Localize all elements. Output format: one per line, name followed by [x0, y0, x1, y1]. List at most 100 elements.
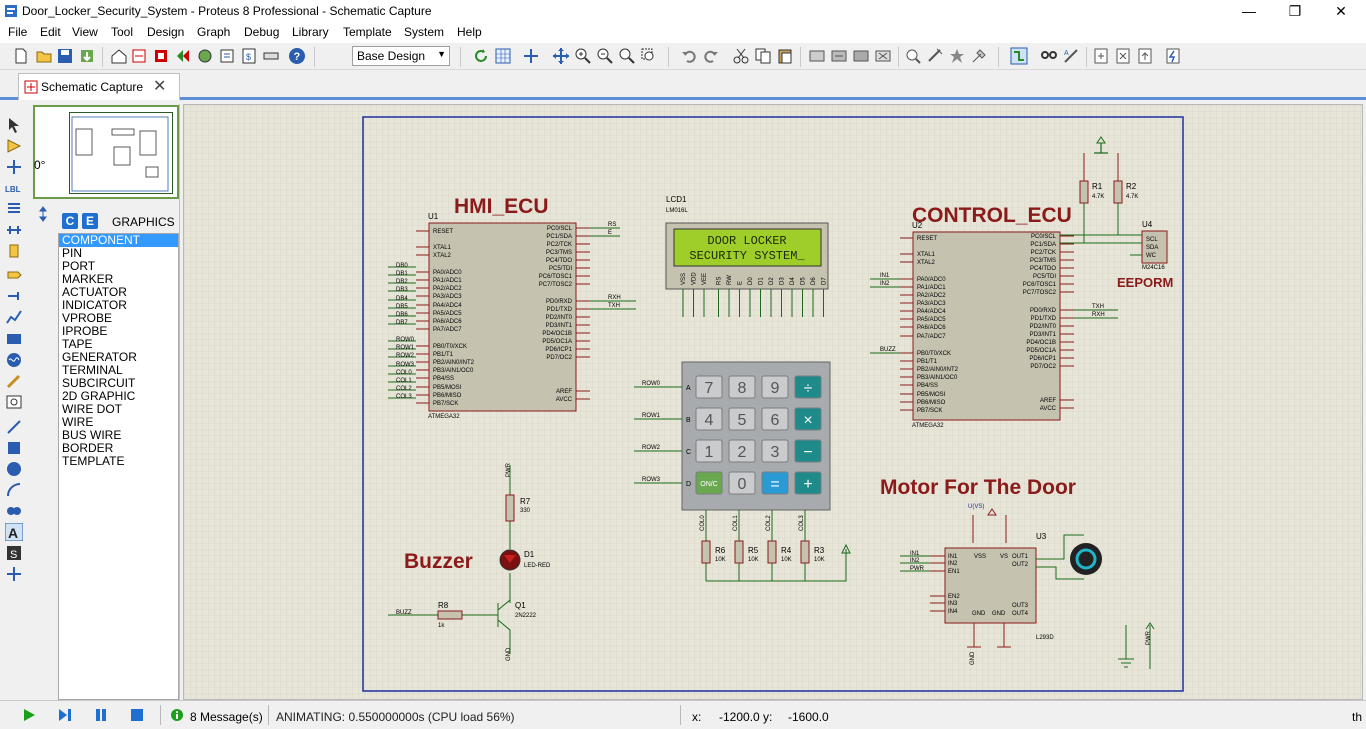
r1-body[interactable]	[1079, 180, 1089, 204]
mirror-vertical-icon[interactable]	[34, 205, 52, 223]
copy-icon[interactable]	[754, 47, 772, 65]
redo-icon[interactable]	[702, 47, 720, 65]
pan-icon[interactable]	[552, 47, 570, 65]
open-folder-icon[interactable]	[35, 47, 53, 65]
restore-button[interactable]: ❐	[1272, 0, 1318, 23]
device-pin-icon[interactable]	[5, 287, 23, 305]
source-code-icon[interactable]	[218, 47, 236, 65]
schematic-icon[interactable]	[130, 47, 148, 65]
import-icon[interactable]	[78, 47, 96, 65]
pcb-layout-icon[interactable]	[152, 47, 170, 65]
minimize-button[interactable]: —	[1226, 0, 1272, 23]
components-tab[interactable]: C	[62, 213, 78, 229]
property-assignment-icon[interactable]: A	[1062, 47, 1080, 65]
component-mode-icon[interactable]	[5, 137, 23, 155]
terminals-tab[interactable]: E	[82, 213, 98, 229]
pick-parts-icon[interactable]	[904, 47, 922, 65]
close-window-button[interactable]: ✕	[1318, 0, 1364, 23]
packaging-tool-icon[interactable]	[948, 47, 966, 65]
remove-sheet-icon[interactable]	[1114, 47, 1132, 65]
wire-autorouter-icon[interactable]	[1010, 47, 1028, 65]
tape-recorder-icon[interactable]	[5, 330, 23, 348]
pullup-resistor[interactable]	[800, 540, 810, 564]
menu-edit[interactable]: Edit	[40, 25, 61, 39]
3d-viewer-icon[interactable]	[196, 47, 214, 65]
junction-dot-icon[interactable]	[5, 158, 23, 176]
menu-tool[interactable]: Tool	[111, 25, 133, 39]
menu-design[interactable]: Design	[147, 25, 184, 39]
pullup-resistor[interactable]	[701, 540, 711, 564]
zoom-all-icon[interactable]	[618, 47, 636, 65]
make-device-icon[interactable]	[926, 47, 944, 65]
arc-icon[interactable]	[5, 481, 23, 499]
graphics-mode-list[interactable]: COMPONENT PIN PORT MARKER ACTUATOR INDICATOR V…	[58, 233, 179, 700]
block-delete-icon[interactable]	[874, 47, 892, 65]
gerber-icon[interactable]	[174, 47, 192, 65]
zoom-area-icon[interactable]	[640, 47, 658, 65]
block-rotate-icon[interactable]	[852, 47, 870, 65]
wire-label-icon[interactable]: LBL	[5, 179, 23, 197]
step-icon[interactable]	[58, 708, 72, 722]
symbol-icon[interactable]: S	[5, 544, 23, 562]
menu-system[interactable]: System	[404, 25, 444, 39]
generator-icon[interactable]	[5, 351, 23, 369]
design-variant-select[interactable]: Base Design ▼	[352, 46, 450, 66]
origin-icon[interactable]	[522, 47, 540, 65]
save-icon[interactable]	[56, 47, 74, 65]
stop-icon[interactable]	[130, 708, 144, 722]
cut-icon[interactable]	[732, 47, 750, 65]
bus-icon[interactable]	[5, 221, 23, 239]
pullup-resistor[interactable]	[734, 540, 744, 564]
menu-graph[interactable]: Graph	[197, 25, 230, 39]
terminal-icon[interactable]	[5, 266, 23, 284]
exit-to-parent-icon[interactable]	[1136, 47, 1154, 65]
refresh-icon[interactable]	[472, 47, 490, 65]
text-icon[interactable]: A	[5, 523, 23, 541]
text-script-icon[interactable]	[5, 200, 23, 218]
undo-icon[interactable]	[680, 47, 698, 65]
home-icon[interactable]	[110, 47, 128, 65]
menu-template[interactable]: Template	[343, 25, 392, 39]
new-sheet-icon[interactable]	[1092, 47, 1110, 65]
design-explorer-icon[interactable]	[262, 47, 280, 65]
new-file-icon[interactable]	[12, 47, 30, 65]
mode-item-template[interactable]: TEMPLATE	[59, 455, 178, 468]
selection-mode-icon[interactable]	[5, 116, 23, 134]
path-icon[interactable]	[5, 502, 23, 520]
paste-icon[interactable]	[776, 47, 794, 65]
voltage-probe-icon[interactable]	[5, 372, 23, 390]
electrical-rules-check-icon[interactable]	[1164, 47, 1182, 65]
grid-toggle-icon[interactable]	[494, 47, 512, 65]
menu-help[interactable]: Help	[457, 25, 482, 39]
menu-view[interactable]: View	[72, 25, 98, 39]
box-icon[interactable]	[5, 439, 23, 457]
menu-file[interactable]: File	[8, 25, 27, 39]
r8-body[interactable]	[437, 610, 463, 620]
block-move-icon[interactable]	[830, 47, 848, 65]
r7-body[interactable]	[505, 494, 515, 522]
bom-icon[interactable]: $	[240, 47, 258, 65]
schematic-editor-canvas[interactable]: HMI_ECU U1 ATMEGA32 RESET XTAL1 XTAL2 PA0/A…	[183, 104, 1363, 700]
close-tab-icon[interactable]: ✕	[153, 76, 166, 96]
virtual-instrument-icon[interactable]	[5, 393, 23, 411]
menu-library[interactable]: Library	[292, 25, 329, 39]
marker-icon[interactable]	[5, 565, 23, 583]
subcircuit-icon[interactable]	[5, 242, 23, 260]
dc-motor[interactable]	[1070, 543, 1102, 575]
decompose-icon[interactable]	[970, 47, 988, 65]
help-icon[interactable]: ?	[288, 47, 306, 65]
search-icon[interactable]	[1040, 47, 1058, 65]
r2-body[interactable]	[1113, 180, 1123, 204]
circle-icon[interactable]	[5, 460, 23, 478]
schematic-drawing[interactable]: HMI_ECU U1 ATMEGA32 RESET XTAL1 XTAL2 PA0/A…	[184, 105, 1363, 700]
line-icon[interactable]	[5, 418, 23, 436]
pause-icon[interactable]	[94, 708, 108, 722]
zoom-out-icon[interactable]	[596, 47, 614, 65]
overview-window[interactable]	[33, 105, 179, 199]
play-icon[interactable]	[22, 708, 36, 722]
block-copy-icon[interactable]	[808, 47, 826, 65]
menu-debug[interactable]: Debug	[244, 25, 279, 39]
graph-icon[interactable]	[5, 308, 23, 326]
messages-count[interactable]: 8 Message(s)	[190, 710, 263, 724]
pullup-resistor[interactable]	[767, 540, 777, 564]
